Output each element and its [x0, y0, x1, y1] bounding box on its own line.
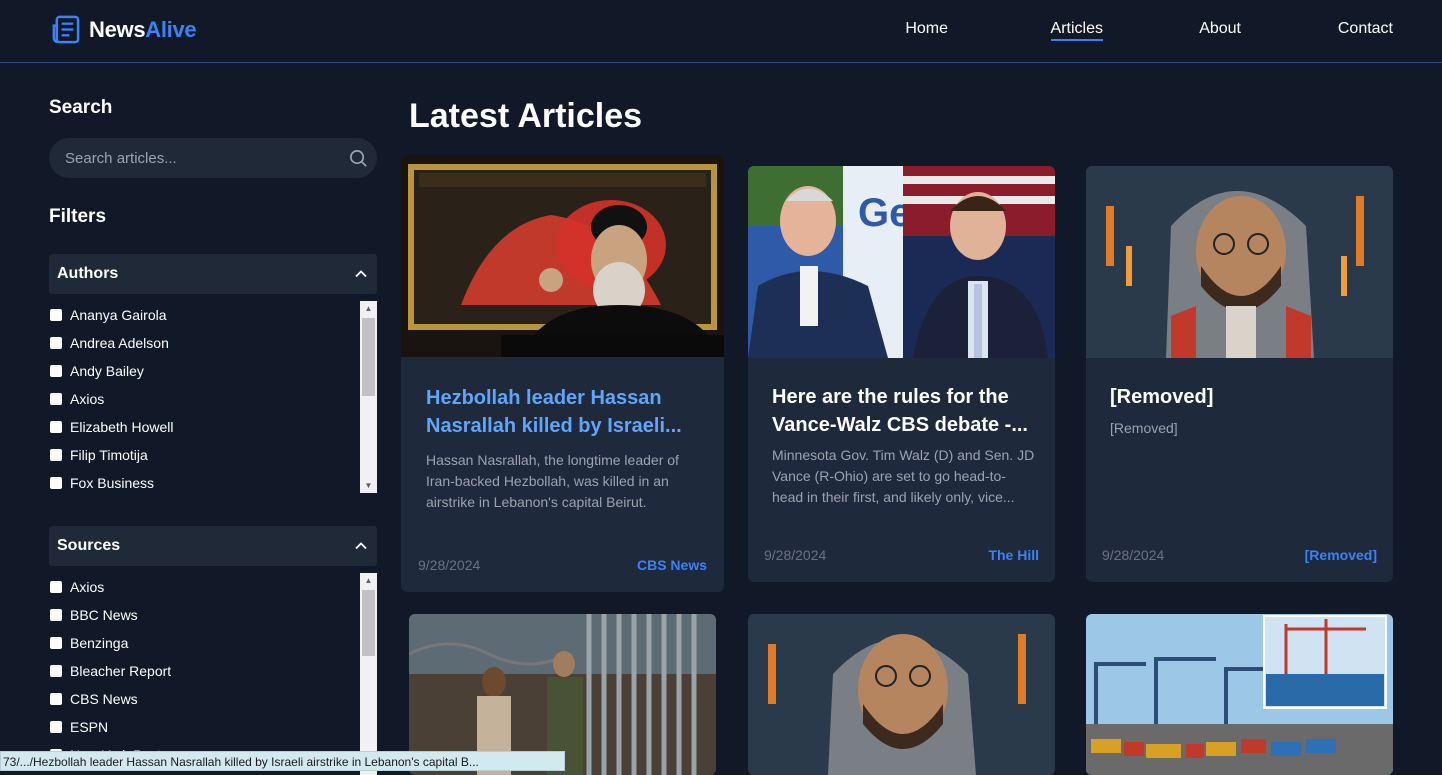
author-checkbox[interactable]: [50, 477, 62, 489]
chevron-up-icon: [355, 542, 367, 550]
search-icon[interactable]: [349, 149, 368, 168]
authors-scrollbar[interactable]: ▲ ▼: [360, 301, 377, 493]
article-date: 9/28/2024: [1102, 547, 1165, 563]
article-image[interactable]: [748, 614, 1055, 775]
sources-accordion-header[interactable]: Sources: [49, 526, 377, 566]
source-checkbox[interactable]: [50, 665, 62, 677]
source-item[interactable]: Axios: [49, 573, 377, 601]
filters-heading: Filters: [49, 206, 107, 227]
author-item[interactable]: Fox Business: [49, 469, 377, 493]
source-item[interactable]: ESPN: [49, 713, 377, 741]
article-title[interactable]: Hezbollah leader Hassan Nasrallah killed…: [426, 384, 706, 440]
source-item[interactable]: CBS News: [49, 685, 377, 713]
author-item[interactable]: Filip Timotija: [49, 441, 377, 469]
article-card[interactable]: [748, 614, 1055, 775]
article-card[interactable]: [1086, 614, 1393, 775]
article-image[interactable]: Ge: [748, 166, 1055, 358]
author-item[interactable]: Andrea Adelson: [49, 329, 377, 357]
article-description: Hassan Nasrallah, the longtime leader of…: [426, 452, 679, 510]
author-checkbox[interactable]: [50, 393, 62, 405]
scrollbar-thumb[interactable]: [362, 318, 375, 396]
search-box: [49, 138, 377, 178]
author-item[interactable]: Elizabeth Howell: [49, 413, 377, 441]
sources-title: Sources: [57, 537, 121, 554]
source-item[interactable]: BBC News: [49, 601, 377, 629]
article-source[interactable]: CBS News: [637, 557, 707, 573]
scroll-up-arrow-icon[interactable]: ▲: [360, 573, 377, 588]
source-checkbox[interactable]: [50, 721, 62, 733]
source-checkbox[interactable]: [50, 581, 62, 593]
scrollbar-thumb[interactable]: [362, 590, 375, 656]
brand-logo[interactable]: NewsAlive: [50, 14, 197, 45]
authors-list: Ananya Gairola Andrea Adelson Andy Baile…: [49, 301, 377, 493]
source-checkbox[interactable]: [50, 693, 62, 705]
scroll-up-arrow-icon[interactable]: ▲: [360, 301, 377, 316]
page-title: Latest Articles: [409, 97, 643, 135]
author-item[interactable]: Axios: [49, 385, 377, 413]
nav-about[interactable]: About: [1199, 20, 1241, 38]
author-checkbox[interactable]: [50, 449, 62, 461]
article-source[interactable]: [Removed]: [1305, 547, 1377, 563]
search-heading: Search: [49, 97, 113, 118]
author-checkbox[interactable]: [50, 365, 62, 377]
source-item[interactable]: Bleacher Report: [49, 657, 377, 685]
article-description: Minnesota Gov. Tim Walz (D) and Sen. JD …: [772, 447, 1035, 505]
author-item[interactable]: Andy Bailey: [49, 357, 377, 385]
nav-contact[interactable]: Contact: [1338, 20, 1393, 38]
article-card[interactable]: Ge Here are the rules for the Vance-Walz…: [748, 166, 1055, 582]
brand-name: NewsAlive: [89, 16, 197, 42]
authors-accordion-header[interactable]: Authors: [49, 254, 377, 294]
article-description: [Removed]: [1110, 420, 1178, 436]
search-input[interactable]: [49, 138, 377, 178]
article-source[interactable]: The Hill: [988, 547, 1039, 563]
newspaper-icon: [52, 15, 80, 44]
sources-scrollbar[interactable]: ▲: [360, 573, 377, 775]
source-checkbox[interactable]: [50, 637, 62, 649]
source-item[interactable]: Benzinga: [49, 629, 377, 657]
author-checkbox[interactable]: [50, 421, 62, 433]
sidebar: Search Filters Authors Ananya Gairola An…: [49, 63, 377, 775]
article-image[interactable]: [1086, 614, 1393, 775]
article-date: 9/28/2024: [418, 557, 481, 573]
author-item[interactable]: Ananya Gairola: [49, 301, 377, 329]
article-card[interactable]: Hezbollah leader Hassan Nasrallah killed…: [401, 155, 724, 592]
author-checkbox[interactable]: [50, 337, 62, 349]
article-image[interactable]: [1086, 166, 1393, 358]
author-checkbox[interactable]: [50, 309, 62, 321]
status-bar-url: 73/.../Hezbollah leader Hassan Nasrallah…: [0, 751, 565, 771]
sources-list: Axios BBC News Benzinga Bleacher Report …: [49, 573, 377, 775]
article-title[interactable]: Here are the rules for the Vance-Walz CB…: [772, 383, 1037, 439]
article-card[interactable]: [Removed] [Removed] 9/28/2024 [Removed]: [1086, 166, 1393, 582]
article-title[interactable]: [Removed]: [1110, 383, 1375, 411]
nav-home[interactable]: Home: [905, 20, 948, 38]
source-checkbox[interactable]: [50, 609, 62, 621]
authors-title: Authors: [57, 265, 119, 282]
article-image[interactable]: [401, 155, 724, 357]
chevron-up-icon: [355, 270, 367, 278]
nav-articles[interactable]: Articles: [1050, 20, 1103, 41]
article-date: 9/28/2024: [764, 547, 827, 563]
top-navbar: NewsAlive Home Articles About Contact: [0, 0, 1442, 63]
scroll-down-arrow-icon[interactable]: ▼: [360, 478, 377, 493]
